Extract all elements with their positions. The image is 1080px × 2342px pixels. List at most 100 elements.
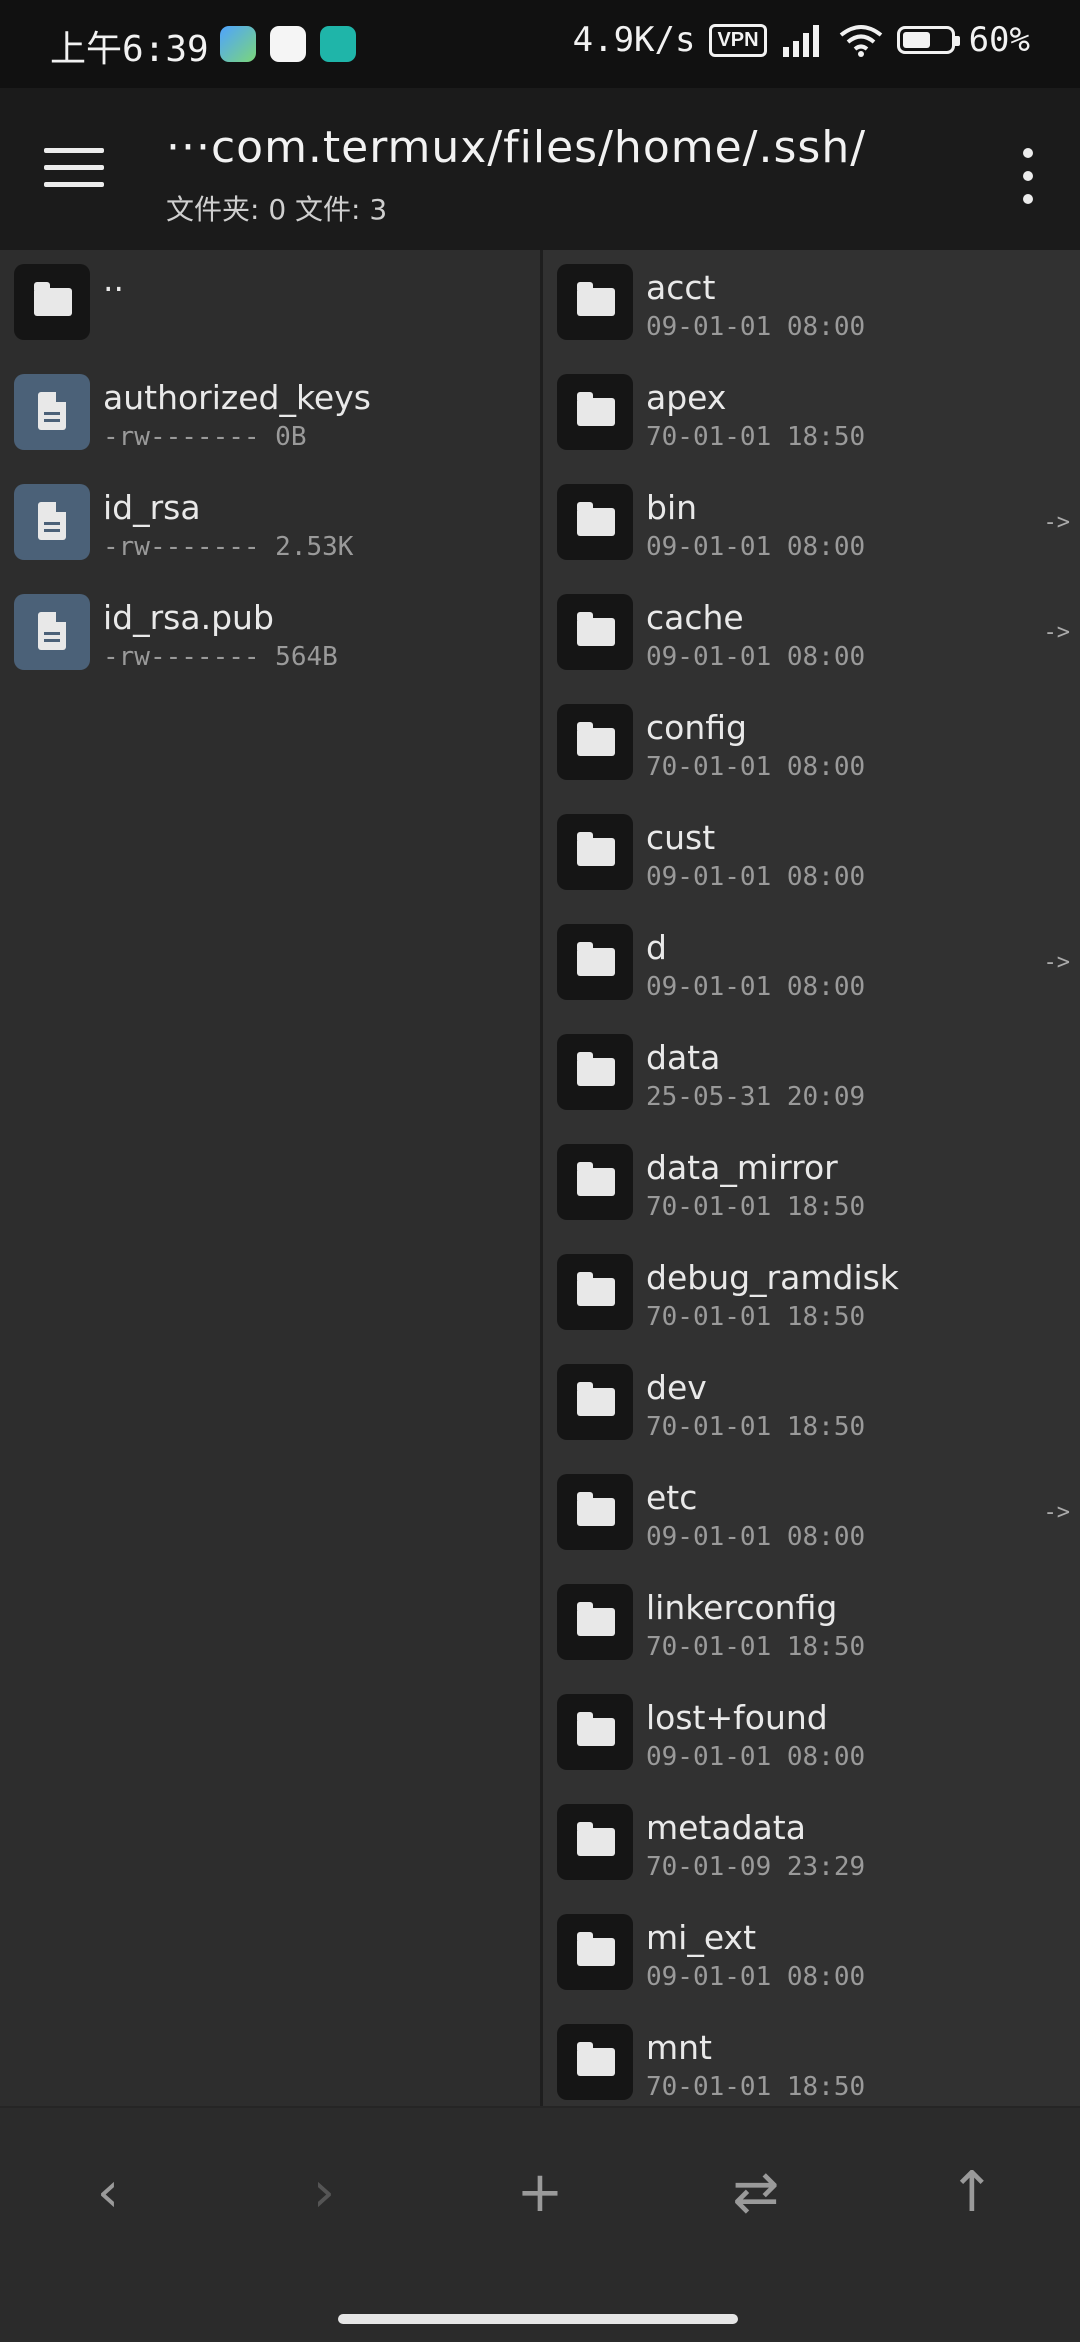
- app-bar: ···com.termux/files/home/.ssh/ 文件夹: 0 文件…: [0, 88, 1080, 250]
- item-meta: -rw------- 564B: [103, 642, 338, 672]
- list-item[interactable]: linkerconfig 70-01-01 18:50: [543, 1570, 1080, 1680]
- list-item[interactable]: mnt 70-01-01 18:50: [543, 2010, 1080, 2106]
- signal-icon: [782, 25, 819, 57]
- file-icon: [14, 594, 90, 670]
- status-time: 上午6:39: [50, 29, 209, 70]
- symlink-indicator: ->: [1043, 950, 1071, 975]
- item-meta: 70-01-01 18:50: [646, 422, 866, 452]
- symlink-indicator: ->: [1043, 510, 1071, 535]
- folder-icon: [557, 1474, 633, 1550]
- net-speed: 4.9K/s: [572, 20, 696, 60]
- item-meta: 70-01-01 18:50: [646, 1632, 866, 1662]
- item-meta: 70-01-01 18:50: [646, 2072, 866, 2102]
- item-name: cust: [646, 818, 716, 857]
- current-path: ···com.termux/files/home/.ssh/: [166, 122, 867, 173]
- list-item[interactable]: cache 09-01-01 08:00 ->: [543, 580, 1080, 690]
- folder-icon: [557, 1254, 633, 1330]
- item-meta: 70-01-01 08:00: [646, 752, 866, 782]
- item-name: mi_ext: [646, 1918, 757, 1957]
- list-item[interactable]: acct 09-01-01 08:00: [543, 250, 1080, 360]
- item-meta: 25-05-31 20:09: [646, 1082, 866, 1112]
- back-button[interactable]: ‹: [68, 2152, 148, 2232]
- list-item[interactable]: lost+found 09-01-01 08:00: [543, 1680, 1080, 1790]
- item-name: id_rsa.pub: [103, 598, 274, 637]
- vpn-icon: VPN: [709, 23, 767, 57]
- list-item[interactable]: bin 09-01-01 08:00 ->: [543, 470, 1080, 580]
- left-file-list: .. authorized_keys -rw------- 0B id_rsa -rw-…: [0, 250, 540, 690]
- list-item[interactable]: ..: [0, 250, 540, 360]
- charge-app-icon: [320, 26, 356, 62]
- item-meta: -rw------- 2.53K: [103, 532, 354, 562]
- item-name: apex: [646, 378, 727, 417]
- list-item[interactable]: dev 70-01-01 18:50: [543, 1350, 1080, 1460]
- item-name: lost+found: [646, 1698, 828, 1737]
- folder-icon: [557, 1804, 633, 1880]
- folder-icon: [557, 1144, 633, 1220]
- list-item[interactable]: debug_ramdisk 70-01-01 18:50: [543, 1240, 1080, 1350]
- folder-file-counts: 文件夹: 0 文件: 3: [166, 193, 388, 226]
- right-file-list: acct 09-01-01 08:00 apex 70-01-01 18:50 bin 0…: [543, 250, 1080, 2106]
- item-meta: -rw------- 0B: [103, 422, 307, 452]
- symlink-indicator: ->: [1043, 1500, 1071, 1525]
- item-meta: 09-01-01 08:00: [646, 972, 866, 1002]
- item-name: authorized_keys: [103, 378, 371, 417]
- item-name: metadata: [646, 1808, 806, 1847]
- item-meta: 09-01-01 08:00: [646, 642, 866, 672]
- folder-icon: [557, 1694, 633, 1770]
- item-name: cache: [646, 598, 744, 637]
- item-name: acct: [646, 268, 716, 307]
- list-item[interactable]: apex 70-01-01 18:50: [543, 360, 1080, 470]
- item-name: d: [646, 928, 667, 967]
- item-meta: 70-01-01 18:50: [646, 1412, 866, 1442]
- item-name: data: [646, 1038, 721, 1077]
- file-icon: [14, 484, 90, 560]
- folder-icon: [557, 1364, 633, 1440]
- gallery-app-icon: [220, 26, 256, 62]
- folder-icon: [557, 2024, 633, 2100]
- folder-icon: [557, 484, 633, 560]
- folder-icon: [557, 374, 633, 450]
- left-pane: .. authorized_keys -rw------- 0B id_rsa -rw-…: [0, 250, 540, 2106]
- status-right: 4.9K/s VPN 60%: [573, 20, 1030, 60]
- list-item[interactable]: cust 09-01-01 08:00: [543, 800, 1080, 910]
- wifi-icon: [839, 25, 882, 57]
- item-name: ..: [103, 260, 124, 299]
- battery-icon: [896, 26, 960, 54]
- list-item[interactable]: mi_ext 09-01-01 08:00: [543, 1900, 1080, 2010]
- item-name: bin: [646, 488, 698, 527]
- battery-percent: 60%: [968, 20, 1030, 60]
- file-icon: [14, 374, 90, 450]
- item-meta: 70-01-01 18:50: [646, 1302, 866, 1332]
- list-item[interactable]: id_rsa -rw------- 2.53K: [0, 470, 540, 580]
- list-item[interactable]: authorized_keys -rw------- 0B: [0, 360, 540, 470]
- item-name: data_mirror: [646, 1148, 838, 1187]
- status-bar: 上午6:39 4.9K/s VPN 60%: [0, 0, 1080, 88]
- item-name: mnt: [646, 2028, 712, 2067]
- more-options-icon[interactable]: [1020, 148, 1036, 204]
- parent-directory-button[interactable]: ↑: [932, 2152, 1012, 2232]
- item-name: config: [646, 708, 747, 747]
- list-item[interactable]: d 09-01-01 08:00 ->: [543, 910, 1080, 1020]
- list-item[interactable]: id_rsa.pub -rw------- 564B: [0, 580, 540, 690]
- list-item[interactable]: etc 09-01-01 08:00 ->: [543, 1460, 1080, 1570]
- item-meta: 09-01-01 08:00: [646, 1742, 866, 1772]
- list-item[interactable]: config 70-01-01 08:00: [543, 690, 1080, 800]
- swap-panes-button[interactable]: ⇄: [716, 2152, 796, 2232]
- item-name: etc: [646, 1478, 698, 1517]
- item-name: dev: [646, 1368, 707, 1407]
- folder-icon: [557, 814, 633, 890]
- item-name: linkerconfig: [646, 1588, 838, 1627]
- folder-icon: [557, 264, 633, 340]
- bottom-toolbar: ‹ › + ⇄ ↑: [0, 2106, 1080, 2342]
- folder-icon: [557, 704, 633, 780]
- list-item[interactable]: data 25-05-31 20:09: [543, 1020, 1080, 1130]
- list-item[interactable]: metadata 70-01-09 23:29: [543, 1790, 1080, 1900]
- home-indicator[interactable]: [338, 2314, 738, 2324]
- folder-icon: [557, 594, 633, 670]
- folder-icon: [557, 1034, 633, 1110]
- item-meta: 09-01-01 08:00: [646, 312, 866, 342]
- menu-icon[interactable]: [44, 148, 104, 198]
- add-button[interactable]: +: [500, 2152, 580, 2232]
- forward-button[interactable]: ›: [284, 2152, 364, 2232]
- list-item[interactable]: data_mirror 70-01-01 18:50: [543, 1130, 1080, 1240]
